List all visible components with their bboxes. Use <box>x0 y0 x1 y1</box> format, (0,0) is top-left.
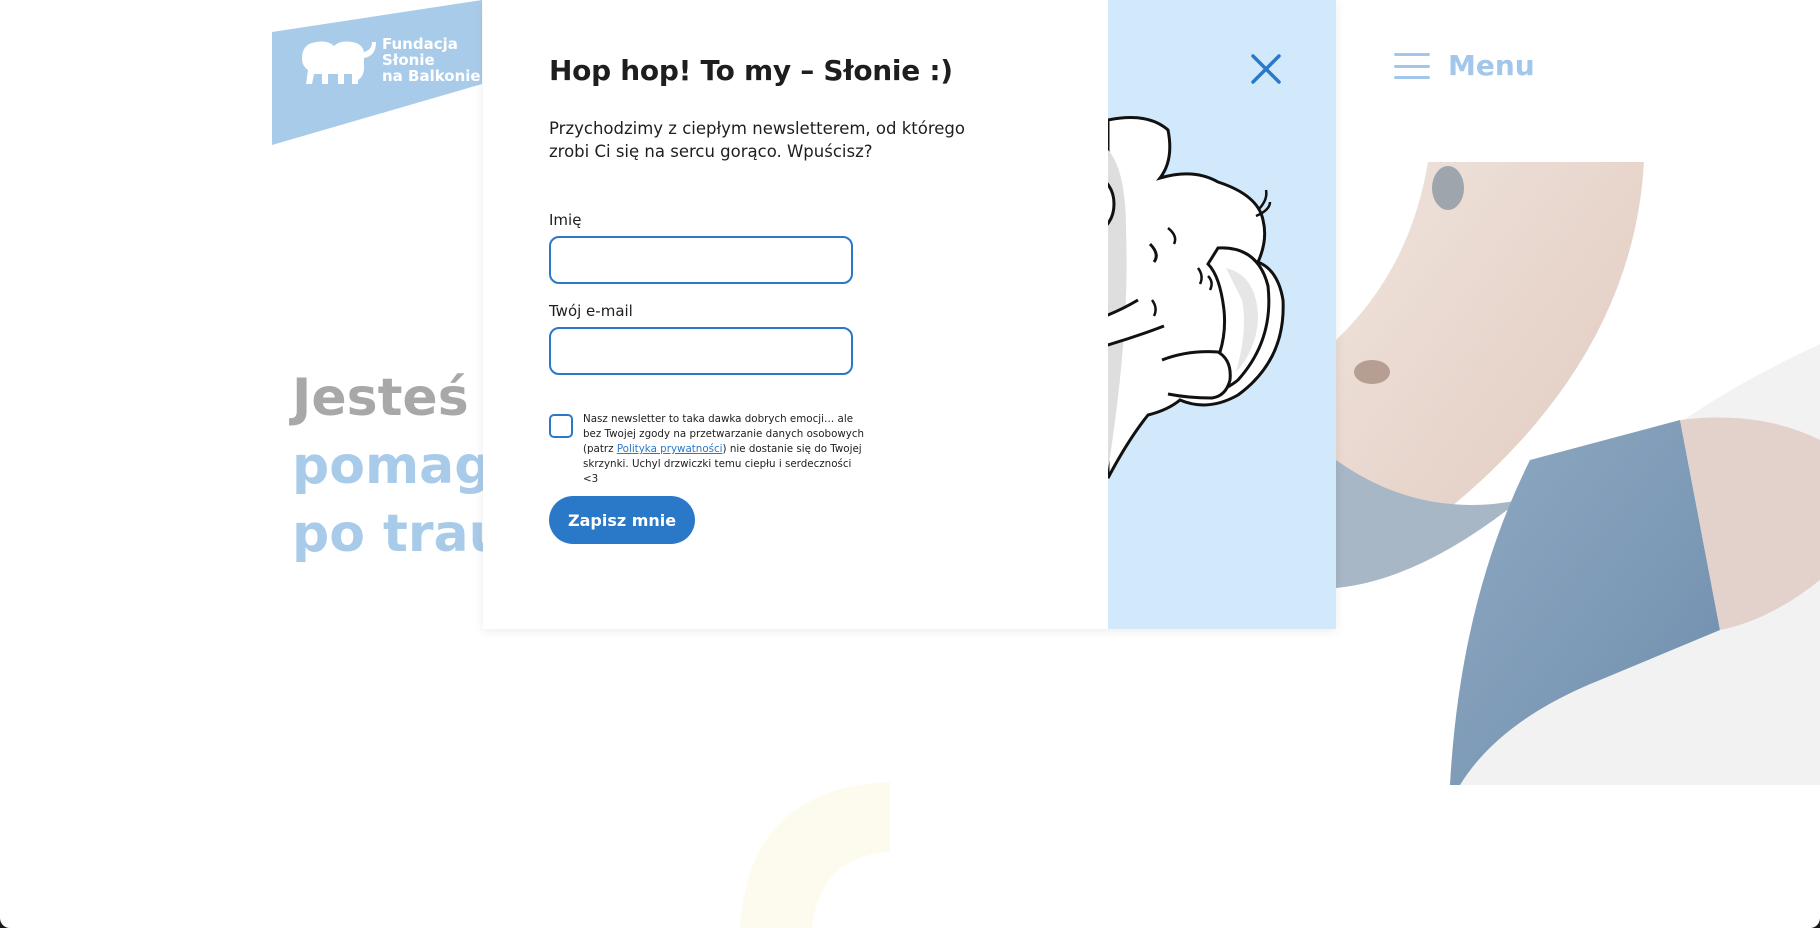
modal-lead: Przychodzimy z ciepłym newsletterem, od … <box>549 119 965 161</box>
site-logo[interactable]: Fundacja Słonie na Balkonie <box>272 0 482 145</box>
email-label: Twój e-mail <box>549 302 633 320</box>
logo-text: Fundacja Słonie na Balkonie <box>382 36 481 84</box>
email-input[interactable] <box>549 327 853 375</box>
hero-line-3: po trau <box>292 504 506 564</box>
hero-title: Jesteś pomag po trau <box>292 364 506 568</box>
logo-line-3: na Balkonie <box>382 67 481 85</box>
hamburger-icon <box>1394 53 1430 79</box>
page: Fundacja Słonie na Balkonie Menu Jesteś … <box>0 0 1820 928</box>
name-label: Imię <box>549 211 582 229</box>
hero-photo <box>1336 162 1820 785</box>
close-icon[interactable] <box>1249 52 1283 86</box>
modal-side-panel <box>1108 0 1336 629</box>
consent-text: Nasz newsletter to taka dawka dobrych em… <box>583 412 865 487</box>
hero-line-2: pomag <box>292 436 492 496</box>
decorative-arc <box>740 782 890 928</box>
menu-button[interactable]: Menu <box>1394 52 1535 80</box>
privacy-policy-link[interactable]: Polityka prywatności <box>617 443 723 455</box>
name-input[interactable] <box>549 236 853 284</box>
modal-title: Hop hop! To my – Słonie :) <box>549 54 953 87</box>
elephant-illustration <box>1108 116 1285 479</box>
consent-checkbox[interactable] <box>549 414 573 438</box>
logo-line-1: Fundacja <box>382 35 458 53</box>
logo-line-2: Słonie <box>382 51 435 69</box>
subscribe-button[interactable]: Zapisz mnie <box>549 496 696 544</box>
hero-line-1: Jesteś <box>292 368 469 428</box>
newsletter-modal: Hop hop! To my – Słonie :) Przychodzimy … <box>483 0 1336 629</box>
menu-label: Menu <box>1448 49 1535 82</box>
